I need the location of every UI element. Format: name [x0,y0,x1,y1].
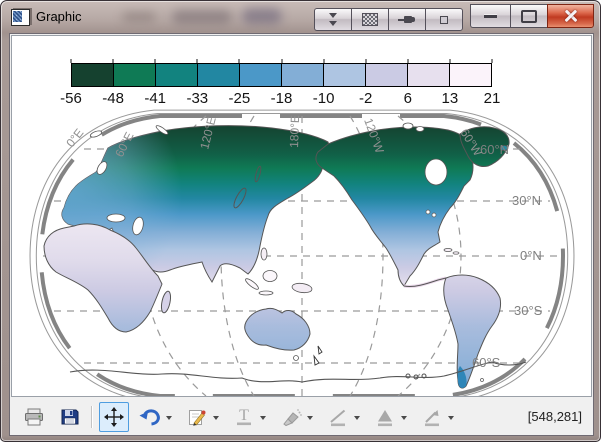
lat-label: 60°S [472,355,501,370]
undo-button[interactable] [135,402,165,432]
pan-tool-button[interactable] [99,401,129,432]
arrow-tool-button[interactable] [417,402,447,432]
ink-dropdown-arrow[interactable] [307,416,313,423]
text-dropdown-arrow[interactable] [260,416,266,423]
bottom-toolbar: T [548,281] [11,398,592,435]
window-title: Graphic [36,9,82,24]
line-dropdown-arrow[interactable] [354,416,360,423]
pin-button[interactable] [388,8,425,31]
save-button[interactable] [55,402,85,432]
double-chevron-down-icon [329,12,337,28]
small-box-icon [440,15,448,24]
polygon-triangle-icon [378,409,392,426]
lat-label: 30°N [512,193,541,208]
screenshot-stage: Graphic -56 -48 -41 -33 -25 -18 -10 -2 6… [0,0,601,442]
app-icon [11,9,30,26]
minimize-button[interactable] [470,4,510,28]
glass-blur-artifact [172,10,232,24]
line-tool-icon [330,409,346,426]
edit-tool-button[interactable] [182,402,212,432]
titlebar[interactable]: Graphic [2,2,599,32]
lat-label: 30°S [514,303,543,318]
caption-system-group [470,4,594,28]
svg-text:T: T [239,407,249,424]
ink-tool-button[interactable] [276,402,306,432]
edit-dropdown-arrow[interactable] [213,416,219,423]
polygon-dropdown-arrow[interactable] [401,416,407,423]
undo-dropdown-arrow[interactable] [166,416,172,423]
polygon-tool-button[interactable] [370,402,400,432]
ink-sprayer-icon [283,408,302,426]
graphic-window: Graphic -56 -48 -41 -33 -25 -18 -10 -2 6… [0,0,601,442]
print-button[interactable] [19,402,49,432]
box-button[interactable] [425,8,463,31]
lon-label: 180°E [287,115,302,148]
caption-tool-group [314,8,463,31]
printer-icon [25,408,43,425]
glass-blur-artifact [122,12,156,22]
pattern-button[interactable] [351,8,388,31]
push-pin-icon [398,15,416,24]
line-tool-button[interactable] [323,402,353,432]
collapse-button[interactable] [314,8,351,31]
dither-square-icon [362,13,378,26]
toolbar-separator [91,405,93,428]
lon-label: 0°E [63,126,86,150]
pan-arrows-icon [104,406,124,427]
close-button[interactable] [547,4,594,28]
minimize-icon [484,14,497,18]
graphic-canvas[interactable]: -56 -48 -41 -33 -25 -18 -10 -2 6 13 21 6… [11,35,592,397]
maximize-button[interactable] [510,4,547,28]
undo-arrow-icon [139,408,160,425]
save-floppy-icon [61,409,79,424]
lat-label: 0°N [520,248,542,263]
cursor-coordinates: [548,281] [527,409,582,424]
glass-blur-artifact [242,8,282,24]
text-tool-button[interactable]: T [229,402,259,432]
text-tool-icon: T [237,407,251,425]
arrow-dropdown-arrow[interactable] [448,416,454,423]
client-area: -56 -48 -41 -33 -25 -18 -10 -2 6 13 21 6… [9,33,594,436]
maximize-icon [521,9,537,23]
app-icon-pixels [13,11,22,22]
edit-pencil-icon [189,409,206,426]
arrow-tool-icon [425,409,439,426]
world-map: 60°N 30°N 0°N 30°S 60°S 0°E 60°E 120°E 1… [29,109,575,396]
